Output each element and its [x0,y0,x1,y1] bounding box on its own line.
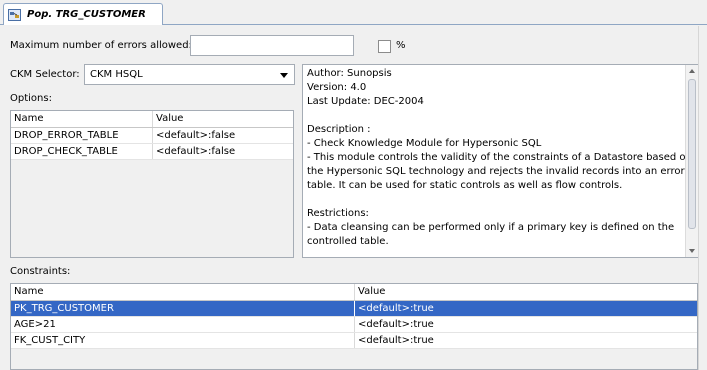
constraint-value[interactable]: <default>:true [358,335,434,346]
table-row[interactable]: DROP_ERROR_TABLE <default>:false [11,128,293,144]
options-table: Name Value DROP_ERROR_TABLE <default>:fa… [10,110,294,258]
options-label: Options: [10,93,52,104]
description-line: - This module controls the validity of t… [307,152,692,163]
max-errors-label: Maximum number of errors allowed: [10,40,192,51]
description-line: table. It can be used for static control… [307,180,623,191]
panel-scrollbar[interactable] [698,26,707,370]
constraint-name: FK_CUST_CITY [14,335,86,346]
interface-icon [8,9,21,21]
editor-tab-strip: Pop. TRG_CUSTOMER [0,0,707,26]
scrollbar-thumb[interactable] [688,79,696,229]
ckm-selector-value: CKM HSQL [90,69,143,80]
description-line: - Data cleansing can be performed only i… [307,222,675,233]
ckm-selector-dropdown[interactable]: CKM HSQL [84,64,295,85]
table-row[interactable]: DROP_CHECK_TABLE <default>:false [11,144,293,160]
description-line: controlled table. [307,236,389,247]
constraint-name: PK_TRG_CUSTOMER [14,303,114,314]
constraints-column-value[interactable]: Value [358,286,385,297]
description-line: Last Update: DEC-2004 [307,96,424,107]
constraints-column-name[interactable]: Name [14,286,44,297]
constraint-value[interactable]: <default>:true [358,319,434,330]
description-line: - Check Knowledge Module for Hypersonic … [307,138,542,149]
description-line: Description : [307,124,371,135]
ckm-selector-label: CKM Selector: [10,69,80,80]
description-line: Version: 4.0 [307,82,367,93]
description-line: the Hypersonic SQL technology and reject… [307,166,685,177]
ckm-description-text[interactable]: Author: Sunopsis Version: 4.0 Last Updat… [302,64,699,258]
flow-control-panel: Maximum number of errors allowed: % CKM … [0,25,707,370]
option-value[interactable]: <default>:false [156,130,235,141]
description-line: Author: Sunopsis [307,68,392,79]
table-row[interactable]: FK_CUST_CITY <default>:true [11,333,697,349]
description-line: Restrictions: [307,208,369,219]
option-name: DROP_ERROR_TABLE [14,130,119,141]
options-column-name[interactable]: Name [14,113,44,124]
constraints-table-header: Name Value [11,284,697,301]
constraint-value[interactable]: <default>:true [358,303,434,314]
percent-label: % [396,40,406,51]
table-row[interactable]: PK_TRG_CUSTOMER <default>:true [11,301,697,317]
tab-title: Pop. TRG_CUSTOMER [27,9,146,20]
scroll-up-icon[interactable] [689,69,695,73]
scroll-down-icon[interactable] [689,249,695,253]
constraints-table: Name Value PK_TRG_CUSTOMER <default>:tru… [10,283,698,370]
dropdown-arrow-icon[interactable] [280,73,288,78]
option-name: DROP_CHECK_TABLE [14,146,118,157]
constraints-label: Constraints: [10,266,71,277]
description-scrollbar[interactable] [685,65,698,257]
options-column-value[interactable]: Value [156,113,183,124]
max-errors-input[interactable] [190,35,354,56]
table-row[interactable]: AGE>21 <default>:true [11,317,697,333]
tab-pop-trg-customer[interactable]: Pop. TRG_CUSTOMER [3,3,163,26]
percent-checkbox[interactable] [378,40,391,53]
options-table-header: Name Value [11,111,293,128]
option-value[interactable]: <default>:false [156,146,235,157]
constraint-name: AGE>21 [14,319,56,330]
